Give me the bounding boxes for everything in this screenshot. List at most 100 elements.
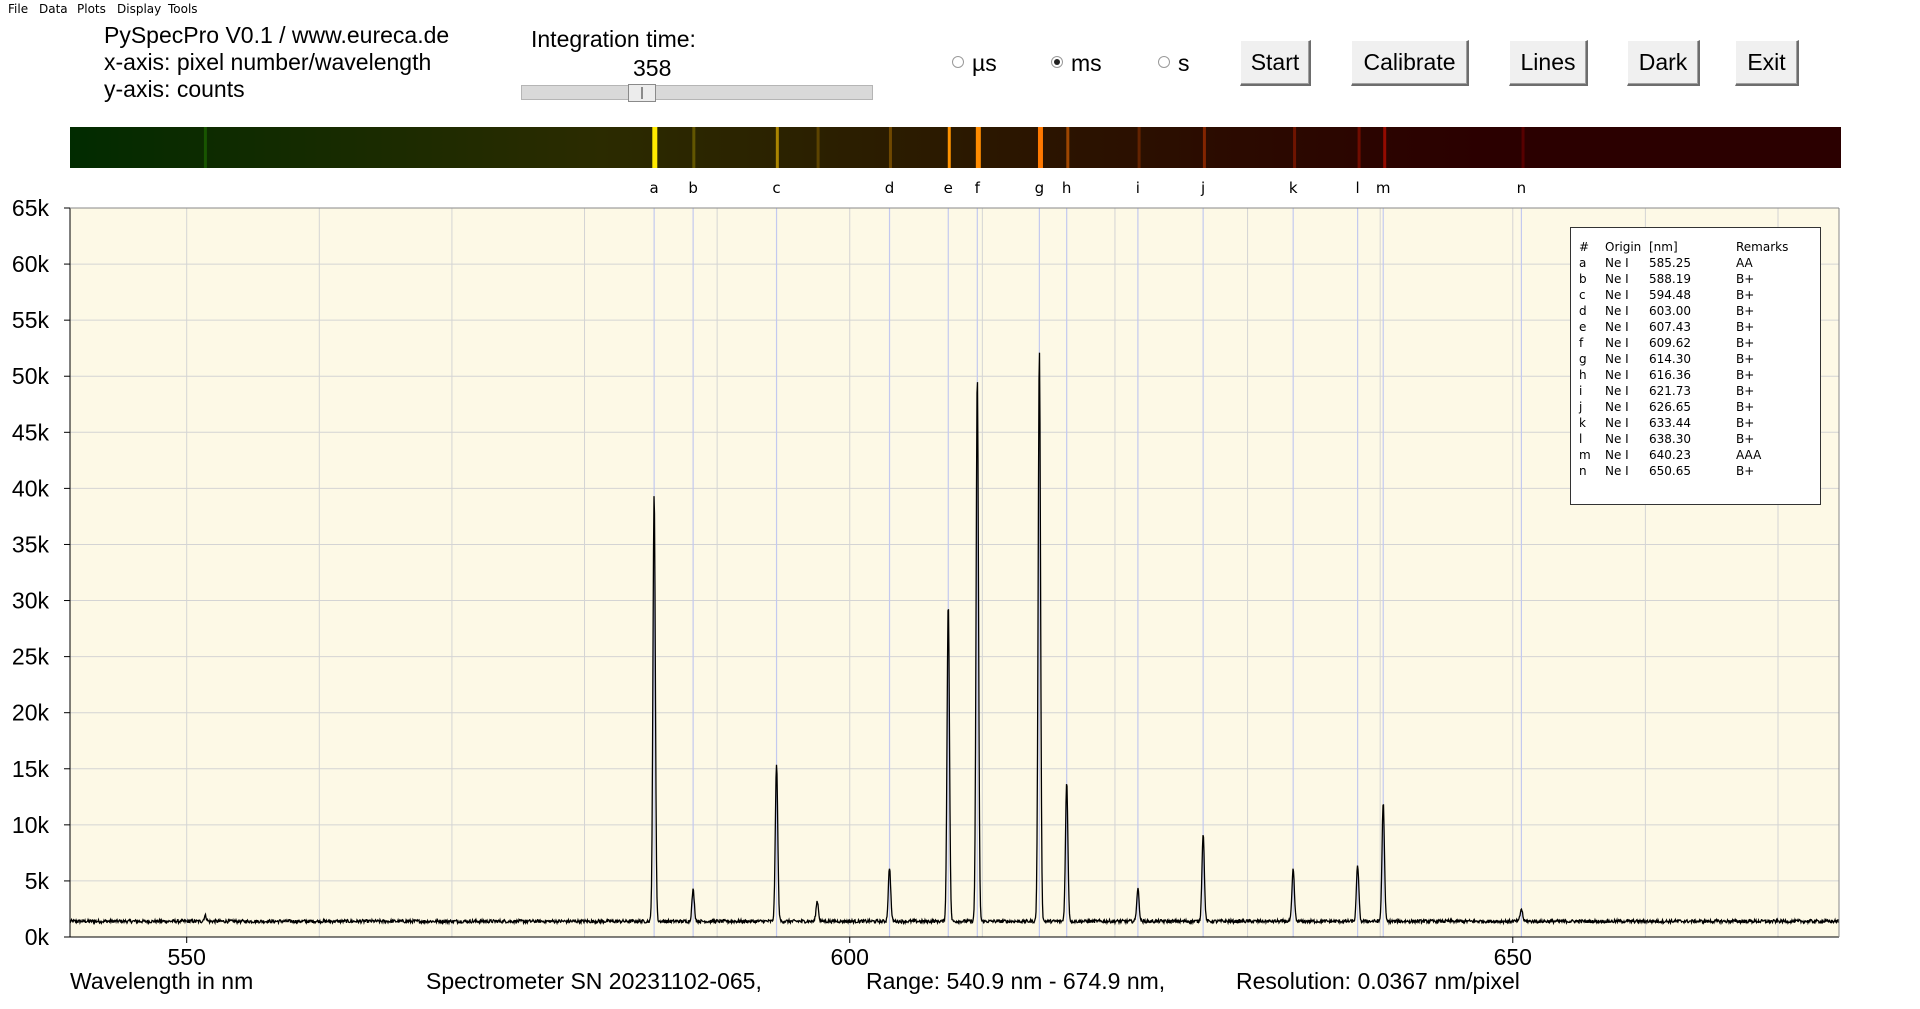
marker-label: m <box>1376 179 1391 197</box>
legend-cell-remarks: B+ <box>1736 320 1755 334</box>
marker-label: n <box>1517 179 1527 197</box>
legend-cell-origin: Ne I <box>1605 256 1629 270</box>
legend-row: j Ne I 626.65 B+ <box>1579 399 1788 415</box>
legend-row: b Ne I 588.19 B+ <box>1579 271 1788 287</box>
legend-cell-origin: Ne I <box>1605 432 1629 446</box>
y-tick-label: 20k <box>12 700 50 726</box>
y-tick-label: 0k <box>25 924 50 950</box>
y-tick-label: 45k <box>12 419 50 445</box>
marker-label: l <box>1356 179 1360 197</box>
legend-cell-remarks: B+ <box>1736 384 1755 398</box>
legend-cell-nm: 626.65 <box>1649 400 1691 414</box>
legend-cell-origin: Ne I <box>1605 272 1629 286</box>
x-tick-label: 600 <box>831 944 869 970</box>
legend-cell-id: k <box>1579 416 1586 430</box>
legend-row: g Ne I 614.30 B+ <box>1579 351 1788 367</box>
resolution-info: Resolution: 0.0367 nm/pixel <box>1236 968 1520 994</box>
legend-cell-nm: 588.19 <box>1649 272 1691 286</box>
legend-cell-id: a <box>1579 256 1587 270</box>
x-axis-label: Wavelength in nm <box>70 968 254 994</box>
legend-cell-nm: 614.30 <box>1649 352 1691 366</box>
y-tick-label: 40k <box>12 475 50 501</box>
legend-cell-origin: Ne I <box>1605 384 1629 398</box>
legend-row: i Ne I 621.73 B+ <box>1579 383 1788 399</box>
marker-label: i <box>1136 179 1140 197</box>
y-tick-label: 60k <box>12 251 50 277</box>
x-tick-label: 550 <box>168 944 206 970</box>
legend-header-remarks: Remarks <box>1736 240 1789 254</box>
legend-cell-id: l <box>1579 432 1583 446</box>
y-tick-label: 15k <box>12 756 50 782</box>
legend-cell-remarks: AAA <box>1736 448 1762 462</box>
marker-label: g <box>1035 179 1045 197</box>
marker-label: j <box>1200 179 1205 197</box>
legend-row: e Ne I 607.43 B+ <box>1579 319 1788 335</box>
legend-row: f Ne I 609.62 B+ <box>1579 335 1788 351</box>
legend-cell-remarks: B+ <box>1736 464 1755 478</box>
legend-cell-nm: 585.25 <box>1649 256 1691 270</box>
legend-cell-id: d <box>1579 304 1587 318</box>
spectrometer-serial: Spectrometer SN 20231102-065, <box>426 968 762 994</box>
legend-cell-id: j <box>1579 400 1583 414</box>
legend-cell-nm: 640.23 <box>1649 448 1691 462</box>
y-tick-label: 5k <box>25 868 50 894</box>
legend-cell-nm: 650.65 <box>1649 464 1691 478</box>
marker-label: f <box>975 179 981 197</box>
marker-label: h <box>1062 179 1072 197</box>
marker-label: e <box>944 179 953 197</box>
legend-cell-origin: Ne I <box>1605 464 1629 478</box>
legend-cell-id: e <box>1579 320 1587 334</box>
legend-cell-id: m <box>1579 448 1591 462</box>
y-tick-label: 10k <box>12 812 50 838</box>
legend-cell-remarks: B+ <box>1736 272 1755 286</box>
legend-row: m Ne I 640.23 AAA <box>1579 447 1788 463</box>
legend-cell-remarks: AA <box>1736 256 1753 270</box>
legend-cell-nm: 638.30 <box>1649 432 1691 446</box>
marker-label: k <box>1289 179 1298 197</box>
y-tick-label: 30k <box>12 588 50 614</box>
marker-label: b <box>688 179 698 197</box>
y-tick-label: 35k <box>12 531 50 557</box>
legend-header-row: # Origin [nm] Remarks <box>1579 239 1788 255</box>
legend-cell-nm: 607.43 <box>1649 320 1691 334</box>
line-legend: # Origin [nm] Remarks a Ne I 585.25 AA b Ne I… <box>1570 227 1821 505</box>
legend-cell-nm: 633.44 <box>1649 416 1691 430</box>
legend-cell-id: n <box>1579 464 1587 478</box>
legend-cell-remarks: B+ <box>1736 368 1755 382</box>
legend-cell-nm: 616.36 <box>1649 368 1691 382</box>
legend-header-id: # <box>1579 240 1590 254</box>
y-tick-label: 25k <box>12 644 50 670</box>
legend-cell-origin: Ne I <box>1605 320 1629 334</box>
legend-cell-nm: 609.62 <box>1649 336 1691 350</box>
legend-cell-nm: 603.00 <box>1649 304 1691 318</box>
legend-cell-remarks: B+ <box>1736 336 1755 350</box>
legend-header-origin: Origin <box>1605 240 1642 254</box>
legend-cell-origin: Ne I <box>1605 352 1629 366</box>
legend-cell-id: g <box>1579 352 1587 366</box>
legend-header-nm: [nm] <box>1649 240 1678 254</box>
marker-label: a <box>650 179 659 197</box>
legend-cell-nm: 621.73 <box>1649 384 1691 398</box>
legend-rows: a Ne I 585.25 AA b Ne I 588.19 B+ c Ne I 594.48 B+ d… <box>1579 255 1788 479</box>
legend-cell-id: i <box>1579 384 1583 398</box>
legend-cell-id: c <box>1579 288 1586 302</box>
y-tick-label: 50k <box>12 363 50 389</box>
legend-cell-id: h <box>1579 368 1587 382</box>
legend-cell-remarks: B+ <box>1736 432 1755 446</box>
legend-cell-remarks: B+ <box>1736 288 1755 302</box>
legend-cell-origin: Ne I <box>1605 288 1629 302</box>
marker-label: d <box>885 179 895 197</box>
x-tick-label: 650 <box>1494 944 1532 970</box>
legend-row: d Ne I 603.00 B+ <box>1579 303 1788 319</box>
legend-cell-origin: Ne I <box>1605 336 1629 350</box>
legend-cell-nm: 594.48 <box>1649 288 1691 302</box>
legend-cell-remarks: B+ <box>1736 352 1755 366</box>
y-tick-label: 65k <box>12 195 50 221</box>
legend-cell-remarks: B+ <box>1736 304 1755 318</box>
legend-cell-origin: Ne I <box>1605 304 1629 318</box>
legend-cell-id: f <box>1579 336 1584 350</box>
legend-cell-origin: Ne I <box>1605 416 1629 430</box>
legend-row: c Ne I 594.48 B+ <box>1579 287 1788 303</box>
marker-label: c <box>772 179 780 197</box>
legend-cell-id: b <box>1579 272 1587 286</box>
